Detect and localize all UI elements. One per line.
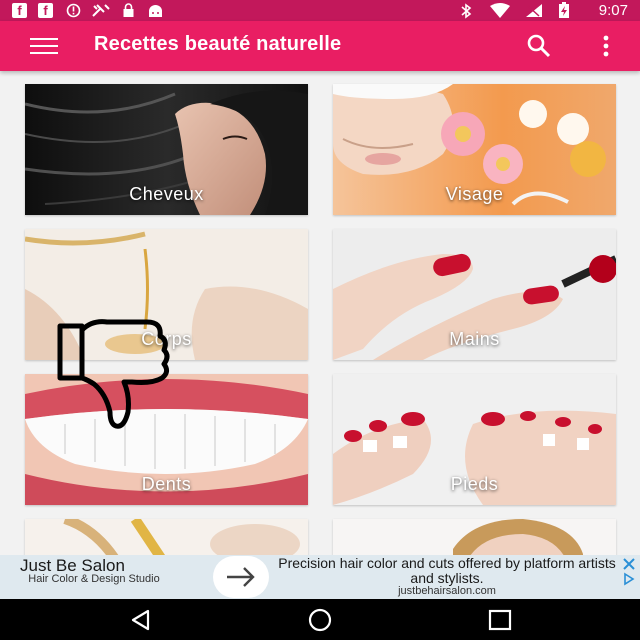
ad-arrow-button[interactable]: [213, 556, 269, 598]
status-time: 9:07: [598, 2, 628, 19]
category-label: Visage: [445, 184, 504, 204]
bluetooth-icon: [458, 2, 474, 19]
status-bar: f f 9:07: [0, 0, 640, 21]
ad-url[interactable]: justbehairsalon.com: [272, 585, 622, 597]
lock-icon: [120, 3, 136, 18]
category-card-visage[interactable]: Visage: [333, 84, 616, 215]
ad-banner[interactable]: Just Be Salon Hair Color & Design Studio…: [0, 555, 640, 599]
category-card-mains[interactable]: Mains: [333, 229, 616, 360]
category-image: [333, 519, 616, 555]
wifi-icon: [488, 3, 512, 18]
arrow-right-icon: [227, 567, 255, 587]
tools-icon: [90, 3, 112, 18]
ad-text: Precision hair color and cuts offered by…: [278, 555, 616, 586]
category-grid: Cheveux Visage Corps Mains Dents Pieds: [0, 71, 640, 555]
back-icon[interactable]: [128, 607, 154, 633]
category-image: [25, 519, 308, 555]
category-card-8[interactable]: [333, 519, 616, 555]
android-icon: [146, 3, 164, 18]
search-icon[interactable]: [526, 33, 552, 59]
navigation-bar: [0, 599, 640, 640]
category-card-corps[interactable]: Corps: [25, 229, 308, 360]
app-title: Recettes beauté naturelle: [94, 33, 342, 55]
ad-subtitle: Hair Color & Design Studio: [28, 573, 160, 585]
category-card-pieds[interactable]: Pieds: [333, 374, 616, 505]
hamburger-menu-icon[interactable]: [30, 38, 58, 54]
facebook-icon: f: [12, 3, 27, 18]
category-label: Dents: [141, 474, 192, 494]
category-card-7[interactable]: [25, 519, 308, 555]
home-icon[interactable]: [307, 607, 333, 633]
recents-icon[interactable]: [487, 607, 513, 633]
battery-charging-icon: [556, 2, 572, 18]
category-label: Corps: [141, 329, 192, 349]
category-label: Mains: [449, 329, 500, 349]
close-icon[interactable]: [622, 556, 636, 570]
category-card-cheveux[interactable]: Cheveux: [25, 84, 308, 215]
ad-choices-icon[interactable]: [622, 571, 636, 586]
app-bar: Recettes beauté naturelle: [0, 21, 640, 71]
alert-icon: [64, 3, 82, 18]
category-label: Pieds: [450, 474, 499, 494]
category-label: Cheveux: [129, 184, 204, 204]
category-card-dents[interactable]: Dents: [25, 374, 308, 505]
signal-icon: [524, 3, 544, 18]
facebook-icon: f: [38, 3, 53, 18]
more-vertical-icon[interactable]: [596, 35, 616, 57]
